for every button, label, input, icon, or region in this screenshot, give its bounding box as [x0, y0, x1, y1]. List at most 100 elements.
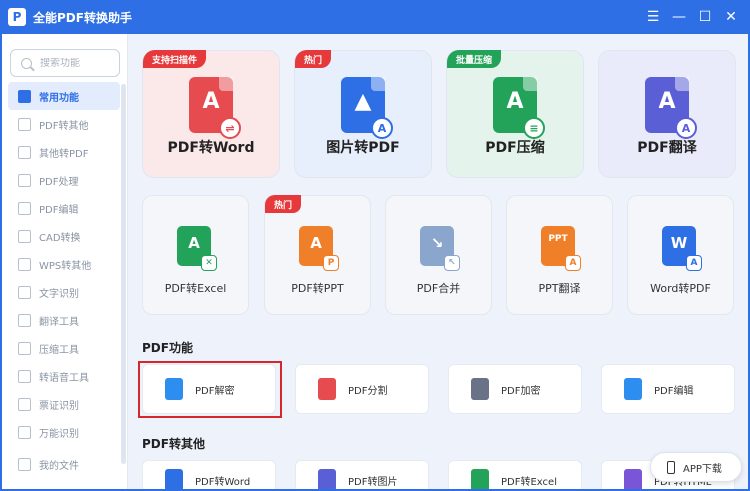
folder-icon [18, 458, 31, 471]
section-title-pdf-to-other: PDF转其他 [142, 437, 205, 451]
nav-icon [18, 397, 31, 411]
badge-icon: ↖ [444, 255, 460, 271]
badge-icon: ≡ [523, 117, 545, 139]
badge-icon: ⇌ [219, 117, 241, 139]
card-label: PDF转Excel [164, 282, 227, 295]
card-label: Word转PDF [650, 282, 711, 295]
file-icon: WA [662, 226, 702, 271]
glyph-icon: A [658, 89, 676, 114]
glyph-icon: PPT [548, 234, 568, 244]
function-card[interactable]: PDF解密 [142, 364, 276, 414]
sidebar-item-my-files[interactable]: 我的文件 [18, 457, 79, 472]
sidebar-item[interactable]: 转语音工具 [8, 362, 120, 390]
nav-icon [18, 89, 31, 103]
nav-icon [18, 173, 31, 187]
sidebar-item[interactable]: 票证识别 [8, 390, 120, 418]
sidebar-item[interactable]: CAD转换 [8, 222, 120, 250]
window-controls: ☰ — ☐ ✕ [640, 0, 744, 34]
nav-icon [18, 425, 31, 439]
nav-icon [18, 117, 31, 131]
nav-icon [18, 313, 31, 327]
pdf-file-icon [165, 469, 183, 489]
sidebar-nav: 常用功能 PDF转其他其他转PDF PDF处理 PDF编辑 CAD转换 WPS转其他 文字识… [8, 82, 120, 446]
glyph-icon: A [310, 234, 322, 252]
title-bar: P 全能PDF转换助手 ☰ — ☐ ✕ [0, 0, 750, 34]
sidebar-item[interactable]: 翻译工具 [8, 306, 120, 334]
maximize-icon[interactable]: ☐ [692, 0, 718, 34]
glyph-icon: A [202, 89, 220, 114]
card-tag-badge: 热门 [295, 50, 332, 68]
sidebar-item[interactable]: 万能识别 [8, 418, 120, 446]
sidebar-item[interactable]: WPS转其他 [8, 250, 120, 278]
sidebar-item-label: WPS转其他 [39, 260, 92, 272]
nav-icon [18, 229, 31, 243]
feature-card[interactable]: PPT A PPT翻译 [506, 195, 613, 315]
card-label: PDF加密 [501, 385, 541, 397]
glyph-icon: A [188, 234, 200, 252]
function-card[interactable]: PDF编辑 [601, 364, 735, 414]
sidebar-item[interactable]: 文字识别 [8, 278, 120, 306]
function-card[interactable]: PDF加密 [448, 364, 582, 414]
badge-icon: A [565, 255, 581, 271]
file-icon: A ⇌ [189, 77, 241, 139]
minimize-icon[interactable]: — [666, 0, 692, 34]
app-download-label: APP下载 [683, 463, 722, 475]
sidebar-item-label: 常用功能 [39, 92, 79, 104]
section-title-pdf-functions: PDF功能 [142, 341, 193, 355]
badge-icon: A [675, 117, 697, 139]
sidebar-item-label: PDF编辑 [39, 204, 79, 216]
app-logo-icon: P [8, 8, 26, 26]
sidebar-scrollbar[interactable] [121, 84, 126, 464]
search-icon [21, 57, 32, 69]
card-tag-badge: 支持扫描件 [143, 50, 207, 68]
pdf-file-icon [471, 469, 489, 489]
feature-card[interactable]: A ✕ PDF转Excel [142, 195, 249, 315]
file-icon: A ≡ [493, 77, 545, 139]
pdf-file-icon [318, 469, 336, 489]
sidebar-item[interactable]: 其他转PDF [8, 138, 120, 166]
pdf-file-icon [624, 469, 642, 489]
function-card[interactable]: PDF分割 [295, 364, 429, 414]
sidebar-item[interactable]: 压缩工具 [8, 334, 120, 362]
card-label: PDF合并 [416, 282, 461, 295]
search-box[interactable] [10, 49, 120, 77]
sidebar-item[interactable]: PDF转其他 [8, 110, 120, 138]
nav-icon [18, 341, 31, 355]
feature-card[interactable]: 热门 ▲ A 图片转PDF [294, 50, 432, 178]
sidebar-item[interactable]: PDF编辑 [8, 194, 120, 222]
search-input[interactable] [40, 57, 110, 69]
file-icon [165, 378, 183, 400]
card-label: PDF解密 [195, 385, 235, 397]
feature-card[interactable]: A A PDF翻译 [598, 50, 736, 178]
sidebar-item-label: 翻译工具 [39, 316, 79, 328]
file-icon: ▲ A [341, 77, 393, 139]
close-icon[interactable]: ✕ [718, 0, 744, 34]
badge-icon: P [323, 255, 339, 271]
app-download-button[interactable]: APP下载 [650, 452, 742, 482]
convert-card[interactable]: PDF转图片 [295, 460, 429, 489]
card-label: PDF转PPT [291, 282, 344, 295]
card-tag-badge: 批量压缩 [447, 50, 502, 68]
feature-card[interactable]: 支持扫描件 A ⇌ PDF转Word [142, 50, 280, 178]
nav-icon [18, 201, 31, 215]
badge-icon: A [686, 255, 702, 271]
feature-card[interactable]: 热门 A P PDF转PPT [264, 195, 371, 315]
sidebar-item[interactable]: 常用功能 [8, 82, 120, 110]
feature-card[interactable]: ↘ ↖ PDF合并 [385, 195, 492, 315]
nav-icon [18, 369, 31, 383]
sidebar-item-label: PDF转其他 [39, 120, 89, 132]
card-label: PDF转Word [195, 476, 251, 488]
menu-icon[interactable]: ☰ [640, 0, 666, 34]
feature-card[interactable]: W A Word转PDF [627, 195, 734, 315]
feature-card[interactable]: 批量压缩 A ≡ PDF压缩 [446, 50, 584, 178]
sidebar-item-label: CAD转换 [39, 232, 81, 244]
convert-card[interactable]: PDF转Excel [448, 460, 582, 489]
card-label: PDF转Excel [501, 476, 557, 488]
sidebar-item[interactable]: PDF处理 [8, 166, 120, 194]
glyph-icon: A [506, 89, 524, 114]
card-label: 图片转PDF [326, 140, 400, 156]
sidebar-item-label: 文字识别 [39, 288, 79, 300]
convert-card[interactable]: PDF转Word [142, 460, 276, 489]
file-icon [318, 378, 336, 400]
glyph-icon: ▲ [354, 89, 372, 114]
